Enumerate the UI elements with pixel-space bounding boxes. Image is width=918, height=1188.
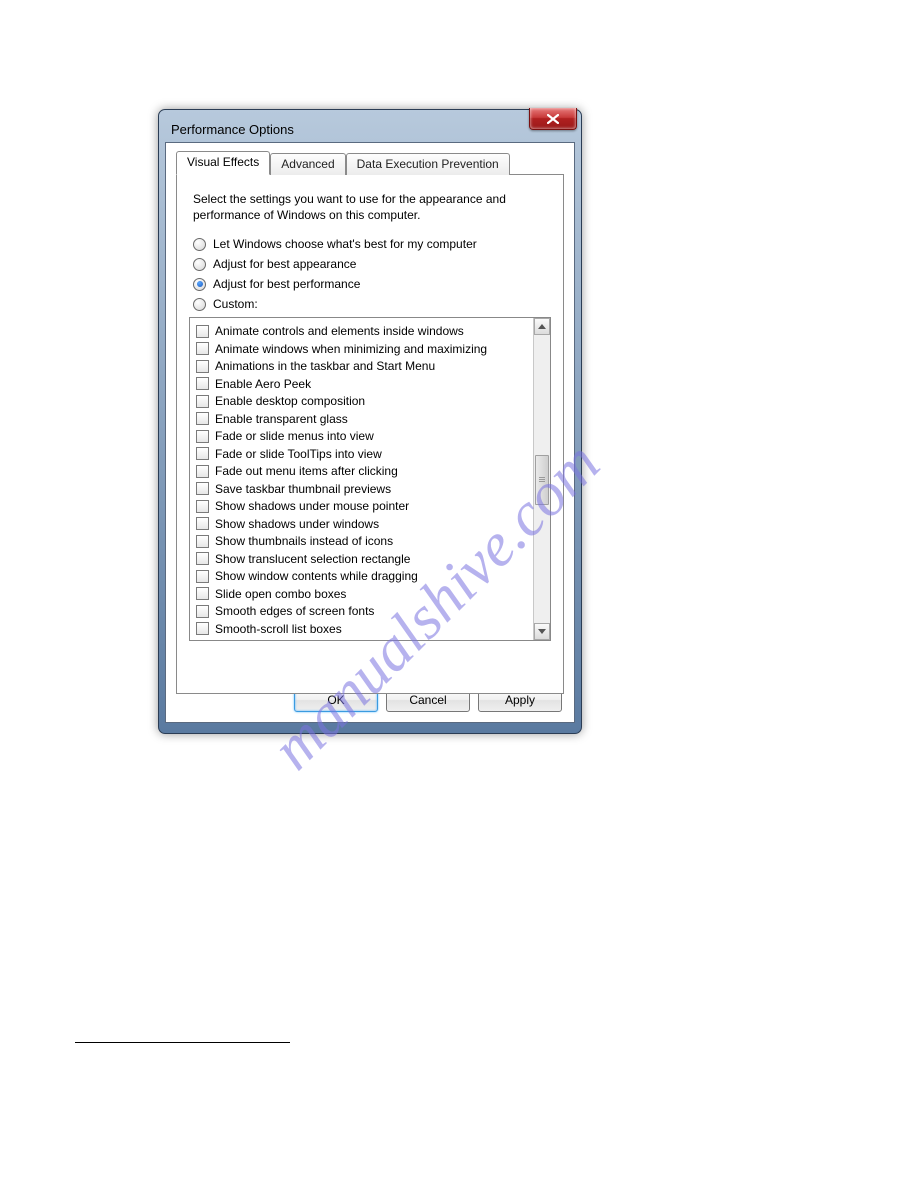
radio-label: Adjust for best performance	[213, 277, 360, 291]
option-row[interactable]: Save taskbar thumbnail previews	[196, 480, 531, 498]
checkbox-icon[interactable]	[196, 535, 209, 548]
intro-text: Select the settings you want to use for …	[193, 191, 547, 223]
option-row[interactable]: Show window contents while dragging	[196, 567, 531, 585]
dialog-title: Performance Options	[171, 122, 294, 137]
tabstrip: Visual Effects Advanced Data Execution P…	[176, 151, 564, 175]
tab-visual-effects[interactable]: Visual Effects	[176, 151, 270, 175]
checkbox-icon[interactable]	[196, 395, 209, 408]
checkbox-icon[interactable]	[196, 325, 209, 338]
option-row[interactable]: Fade or slide ToolTips into view	[196, 445, 531, 463]
close-button[interactable]	[529, 108, 577, 130]
tab-panel-visual-effects: Select the settings you want to use for …	[176, 174, 564, 694]
checkbox-icon[interactable]	[196, 342, 209, 355]
option-label: Show shadows under windows	[215, 517, 379, 531]
option-row[interactable]: Slide open combo boxes	[196, 585, 531, 603]
option-label: Animations in the taskbar and Start Menu	[215, 359, 435, 373]
option-row[interactable]: Show shadows under mouse pointer	[196, 497, 531, 515]
option-label: Show window contents while dragging	[215, 569, 418, 583]
option-label: Fade out menu items after clicking	[215, 464, 398, 478]
option-row[interactable]: Enable desktop composition	[196, 392, 531, 410]
tab-label: Advanced	[281, 157, 334, 171]
radio-icon	[193, 278, 206, 291]
option-label: Show translucent selection rectangle	[215, 552, 410, 566]
performance-options-dialog: Performance Options Visual Effects Advan…	[158, 109, 582, 734]
close-icon	[547, 114, 559, 124]
chevron-down-icon	[538, 629, 546, 634]
radio-best-performance[interactable]: Adjust for best performance	[193, 277, 551, 291]
option-label: Animate windows when minimizing and maxi…	[215, 342, 487, 356]
scroll-up-button[interactable]	[534, 318, 550, 335]
option-label: Enable transparent glass	[215, 412, 348, 426]
radio-label: Adjust for best appearance	[213, 257, 356, 271]
radio-label: Let Windows choose what's best for my co…	[213, 237, 477, 251]
checkbox-icon[interactable]	[196, 605, 209, 618]
visual-effects-options-box: Animate controls and elements inside win…	[189, 317, 551, 641]
checkbox-icon[interactable]	[196, 570, 209, 583]
checkbox-icon[interactable]	[196, 412, 209, 425]
checkbox-icon[interactable]	[196, 587, 209, 600]
radio-icon	[193, 258, 206, 271]
option-label: Enable desktop composition	[215, 394, 365, 408]
option-label: Show shadows under mouse pointer	[215, 499, 409, 513]
scroll-down-button[interactable]	[534, 623, 550, 640]
option-label: Animate controls and elements inside win…	[215, 324, 464, 338]
footnote-rule	[75, 1042, 290, 1043]
radio-best-appearance[interactable]: Adjust for best appearance	[193, 257, 551, 271]
tab-label: Visual Effects	[187, 155, 259, 169]
option-row[interactable]: Enable Aero Peek	[196, 375, 531, 393]
button-label: Apply	[505, 693, 535, 707]
checkbox-icon[interactable]	[196, 622, 209, 635]
button-label: OK	[327, 693, 344, 707]
tab-data-execution-prevention[interactable]: Data Execution Prevention	[346, 153, 510, 175]
scroll-track[interactable]	[534, 335, 550, 623]
dialog-body: Visual Effects Advanced Data Execution P…	[165, 142, 575, 723]
checkbox-icon[interactable]	[196, 360, 209, 373]
option-row[interactable]: Animations in the taskbar and Start Menu	[196, 357, 531, 375]
option-row[interactable]: Show thumbnails instead of icons	[196, 532, 531, 550]
button-label: Cancel	[409, 693, 446, 707]
radio-icon	[193, 298, 206, 311]
checkbox-icon[interactable]	[196, 377, 209, 390]
option-row[interactable]: Smooth edges of screen fonts	[196, 602, 531, 620]
option-label: Slide open combo boxes	[215, 587, 346, 601]
radio-let-windows-choose[interactable]: Let Windows choose what's best for my co…	[193, 237, 551, 251]
option-row[interactable]: Fade or slide menus into view	[196, 427, 531, 445]
options-list[interactable]: Animate controls and elements inside win…	[190, 318, 533, 640]
radio-custom[interactable]: Custom:	[193, 297, 551, 311]
tab-advanced[interactable]: Advanced	[270, 153, 345, 175]
chevron-up-icon	[538, 324, 546, 329]
option-label: Show thumbnails instead of icons	[215, 534, 393, 548]
scrollbar[interactable]	[533, 318, 550, 640]
option-label: Enable Aero Peek	[215, 377, 311, 391]
tab-label: Data Execution Prevention	[357, 157, 499, 171]
radio-label: Custom:	[213, 297, 258, 311]
checkbox-icon[interactable]	[196, 552, 209, 565]
checkbox-icon[interactable]	[196, 430, 209, 443]
option-label: Fade or slide menus into view	[215, 429, 374, 443]
option-label: Fade or slide ToolTips into view	[215, 447, 382, 461]
checkbox-icon[interactable]	[196, 500, 209, 513]
titlebar[interactable]: Performance Options	[165, 116, 575, 142]
checkbox-icon[interactable]	[196, 517, 209, 530]
checkbox-icon[interactable]	[196, 482, 209, 495]
option-row[interactable]: Smooth-scroll list boxes	[196, 620, 531, 638]
option-row[interactable]: Show shadows under windows	[196, 515, 531, 533]
option-row[interactable]: Show translucent selection rectangle	[196, 550, 531, 568]
option-label: Smooth edges of screen fonts	[215, 604, 374, 618]
radio-icon	[193, 238, 206, 251]
option-row[interactable]: Fade out menu items after clicking	[196, 462, 531, 480]
option-label: Save taskbar thumbnail previews	[215, 482, 391, 496]
option-row[interactable]: Animate windows when minimizing and maxi…	[196, 340, 531, 358]
checkbox-icon[interactable]	[196, 447, 209, 460]
scroll-thumb[interactable]	[535, 455, 549, 505]
option-row[interactable]: Animate controls and elements inside win…	[196, 322, 531, 340]
option-row[interactable]: Enable transparent glass	[196, 410, 531, 428]
option-label: Smooth-scroll list boxes	[215, 622, 342, 636]
checkbox-icon[interactable]	[196, 465, 209, 478]
